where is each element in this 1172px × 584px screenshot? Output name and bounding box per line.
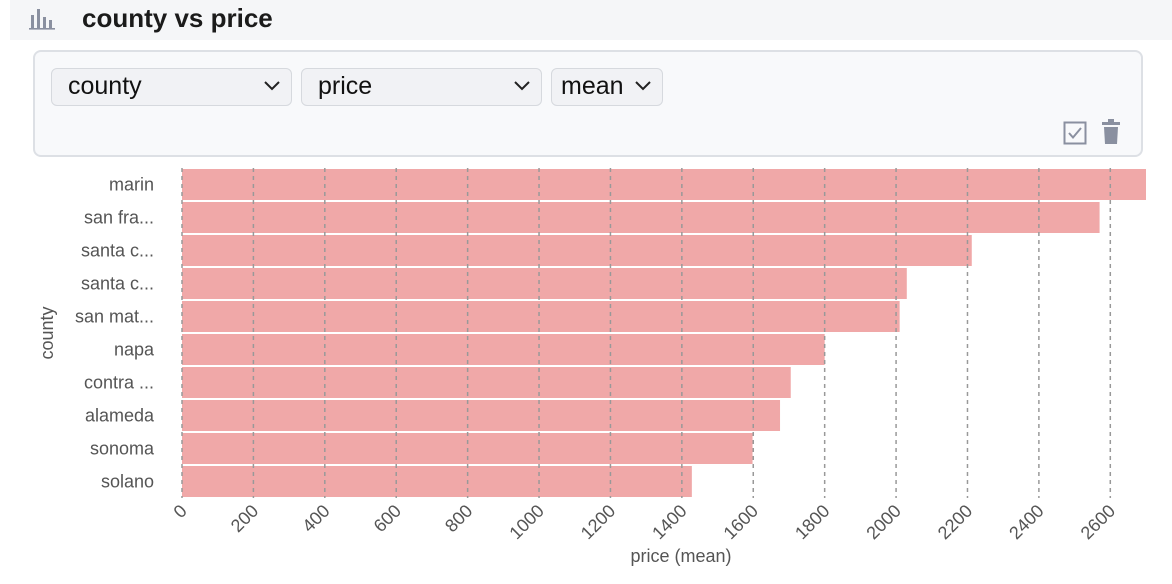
- x-tick-label: 600: [370, 501, 405, 536]
- x-tick-label: 1800: [791, 501, 833, 543]
- bar-9[interactable]: [182, 466, 692, 497]
- bar-6[interactable]: [182, 367, 791, 398]
- x-tick-label: 0: [170, 501, 191, 522]
- x-tick-label: 200: [227, 501, 262, 536]
- bar-2[interactable]: [182, 235, 972, 266]
- x-tick-label: 800: [441, 501, 476, 536]
- bar-4[interactable]: [182, 301, 900, 332]
- y-tick-label: solano: [101, 472, 154, 492]
- x-tick-label: 2600: [1077, 501, 1119, 543]
- y-tick-label: san fra...: [84, 208, 154, 228]
- x-tick-label: 2200: [934, 501, 976, 543]
- x-tick-label: 1000: [505, 501, 547, 543]
- bars-layer: [182, 169, 1146, 497]
- y-tick-labels: marin san fra... santa c... santa c... san m…: [75, 175, 155, 492]
- y-tick-label: santa c...: [81, 241, 154, 261]
- y-tick-label: sonoma: [90, 439, 155, 459]
- y-tick-label: contra ...: [84, 373, 154, 393]
- x-tick-label: 400: [298, 501, 333, 536]
- y-tick-label: napa: [114, 340, 155, 360]
- y-axis-label: county: [37, 306, 57, 359]
- bar-5[interactable]: [182, 334, 825, 365]
- bar-3[interactable]: [182, 268, 907, 299]
- y-tick-label: marin: [109, 175, 154, 195]
- x-tick-label: 2000: [862, 501, 904, 543]
- bar-7[interactable]: [182, 400, 781, 431]
- x-tick-label: 1200: [577, 501, 619, 543]
- x-tick-label: 1400: [648, 501, 690, 543]
- x-tick-label: 2400: [1005, 501, 1047, 543]
- bar-0[interactable]: [182, 169, 1146, 200]
- x-axis-label: price (mean): [630, 546, 731, 566]
- bar-chart: marin san fra... santa c... santa c... san m…: [37, 168, 1146, 566]
- y-tick-label: alameda: [85, 406, 155, 426]
- x-tick-labels: 0 200 400 600 800 1000 1200 1400 1600 1800 2000 220…: [170, 501, 1120, 543]
- bar-1[interactable]: [182, 202, 1100, 233]
- y-tick-label: santa c...: [81, 274, 154, 294]
- y-tick-label: san mat...: [75, 307, 154, 327]
- x-tick-label: 1600: [720, 501, 762, 543]
